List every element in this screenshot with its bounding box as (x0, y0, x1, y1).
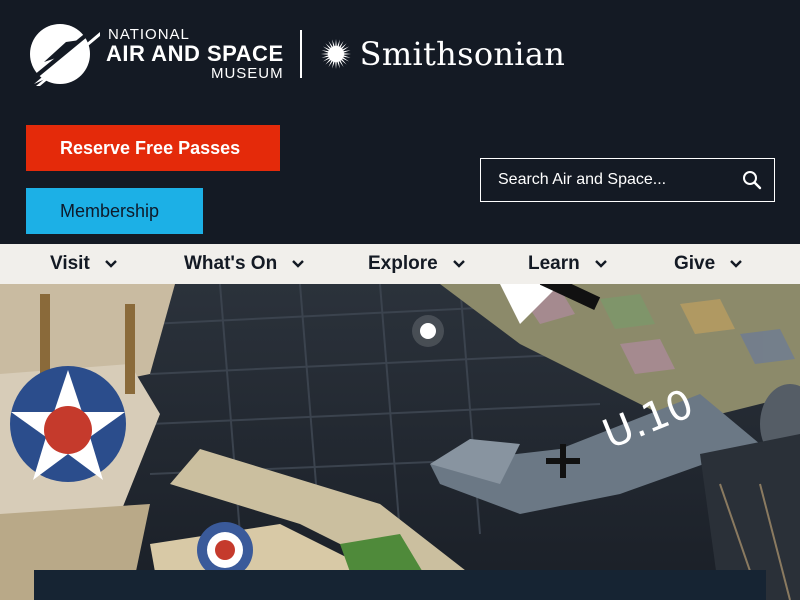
smithsonian-wordmark: Smithsonian (359, 35, 566, 73)
chevron-down-icon (104, 260, 117, 268)
logo-line3: MUSEUM (210, 65, 284, 82)
logo-line1: NATIONAL (108, 26, 190, 43)
search-button[interactable] (730, 159, 774, 201)
smithsonian-sun-icon (320, 39, 351, 69)
search-input[interactable] (481, 171, 730, 189)
chevron-down-icon (594, 260, 607, 268)
search-icon (743, 171, 762, 190)
nav-item-label: Explore (368, 253, 438, 274)
nasm-wordmark: NATIONAL AIR AND SPACE MUSEUM (106, 27, 284, 81)
site-header: NATIONAL AIR AND SPACE MUSEUM Smithsonia… (0, 0, 800, 244)
hero-image: U.10 (0, 284, 800, 600)
logo-link[interactable]: NATIONAL AIR AND SPACE MUSEUM Smithsonia… (26, 22, 565, 86)
chevron-down-icon (292, 260, 305, 268)
nav-item-whats-on[interactable]: What's On (184, 244, 305, 284)
chevron-down-icon (730, 260, 743, 268)
logo-divider (299, 30, 302, 78)
search-box (480, 158, 775, 202)
membership-button[interactable]: Membership (26, 188, 203, 234)
nav-item-give[interactable]: Give (674, 244, 743, 284)
reserve-passes-button[interactable]: Reserve Free Passes (26, 125, 280, 171)
nav-item-explore[interactable]: Explore (368, 244, 466, 284)
chevron-down-icon (452, 260, 465, 268)
logo-line2: AIR AND SPACE (106, 41, 284, 66)
nav-item-label: Visit (50, 253, 90, 274)
nav-item-learn[interactable]: Learn (528, 244, 608, 284)
hero-caption-panel (34, 570, 766, 600)
nav-item-visit[interactable]: Visit (50, 244, 118, 284)
nav-item-label: Learn (528, 253, 580, 274)
nav-item-label: Give (674, 253, 716, 274)
nasm-logo-icon (28, 24, 100, 86)
aircraft-gallery-photo: U.10 (0, 284, 800, 600)
nav-item-label: What's On (184, 253, 278, 274)
main-nav: Visit What's On Explore Learn Give (0, 244, 800, 284)
